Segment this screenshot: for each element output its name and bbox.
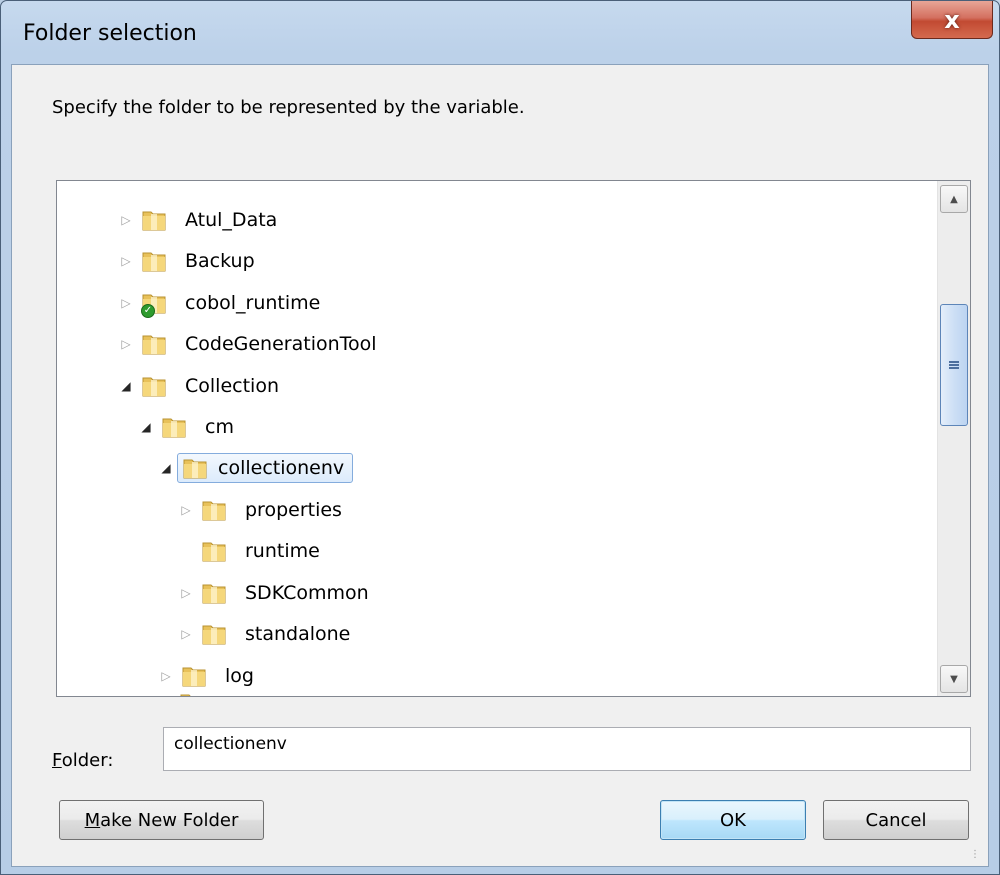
- folder-icon: [181, 664, 207, 688]
- folder-icon: [141, 332, 167, 356]
- tree-item-label: Atul_Data: [185, 209, 278, 231]
- collapse-arrow-icon[interactable]: ◢: [119, 379, 133, 393]
- arrow-down-icon: ▼: [950, 673, 958, 685]
- expand-arrow-icon[interactable]: ▷: [179, 627, 193, 641]
- make-new-folder-button[interactable]: Make New Folder: [59, 800, 264, 840]
- tree-item-atul-data[interactable]: ▷ Atul_Data: [119, 203, 283, 237]
- folder-icon: ✓: [141, 291, 167, 318]
- tree-item-partial: [179, 686, 217, 696]
- tree-item-label: CodeGenerationTool: [185, 333, 377, 355]
- expand-arrow-icon[interactable]: ▷: [179, 503, 193, 517]
- close-button[interactable]: x: [911, 1, 993, 39]
- scroll-thumb[interactable]: [940, 304, 968, 426]
- mnemonic-f: F: [52, 750, 62, 771]
- folder-icon: [201, 498, 227, 522]
- tree-item-backup[interactable]: ▷ Backup: [119, 244, 261, 278]
- tree-item-cobol-runtime[interactable]: ▷ ✓ cobol_runtime: [119, 286, 326, 320]
- selection-highlight[interactable]: collectionenv: [177, 453, 354, 483]
- folder-icon: [141, 249, 167, 273]
- tree-item-label: properties: [245, 499, 342, 521]
- dialog-body: Specify the folder to be represented by …: [11, 64, 989, 867]
- folder-icon: [141, 374, 167, 398]
- tree-item-label: Backup: [185, 250, 255, 272]
- dialog-title: Folder selection: [23, 21, 197, 46]
- expand-arrow-icon[interactable]: ▷: [119, 254, 133, 268]
- folder-input[interactable]: [163, 727, 971, 771]
- folder-icon: [201, 622, 227, 646]
- folder-icon: [201, 581, 227, 605]
- expand-arrow-icon[interactable]: ▷: [159, 669, 173, 683]
- ok-button[interactable]: OK: [660, 800, 806, 840]
- expand-arrow-icon[interactable]: ▷: [119, 337, 133, 351]
- tree-item-label: Collection: [185, 375, 279, 397]
- make-new-folder-label: ake New Folder: [100, 809, 239, 831]
- tree-item-sdkcommon[interactable]: ▷ SDKCommon: [179, 576, 375, 610]
- grip-icon: [949, 361, 959, 369]
- title-bar[interactable]: Folder selection x: [1, 1, 999, 71]
- tree-item-runtime[interactable]: runtime: [179, 534, 326, 568]
- tree-item-codegenerationtool[interactable]: ▷ CodeGenerationTool: [119, 327, 383, 361]
- ok-label: OK: [720, 809, 746, 831]
- empty-expander: [179, 544, 193, 558]
- folder-label-text: older:: [61, 750, 114, 771]
- folder-icon: [161, 415, 187, 439]
- tree-item-label: cobol_runtime: [185, 292, 321, 314]
- tree-item-label: runtime: [245, 540, 320, 562]
- folder-icon: [201, 539, 227, 563]
- tree-item-label: cm: [205, 416, 234, 438]
- folder-selection-dialog: Folder selection x Specify the folder to…: [0, 0, 1000, 875]
- tree-item-label: standalone: [245, 623, 351, 645]
- collapse-arrow-icon[interactable]: ◢: [139, 420, 153, 434]
- folder-icon: [141, 208, 167, 232]
- expand-arrow-icon[interactable]: ▷: [179, 586, 193, 600]
- expand-arrow-icon[interactable]: ▷: [119, 296, 133, 310]
- expand-arrow-icon[interactable]: ▷: [119, 213, 133, 227]
- tree-item-label: collectionenv: [218, 457, 345, 479]
- tree-scrollbar[interactable]: ▲ ▼: [937, 181, 970, 696]
- folder-tree[interactable]: ▷ Atul_Data ▷ Backup ▷ ✓ cobol_runtime ▷…: [56, 180, 971, 697]
- scroll-down-button[interactable]: ▼: [940, 665, 968, 693]
- folder-icon: [182, 456, 208, 480]
- arrow-up-icon: ▲: [950, 193, 958, 205]
- tree-item-collection[interactable]: ◢ Collection: [119, 369, 285, 403]
- scroll-up-button[interactable]: ▲: [940, 185, 968, 213]
- tree-item-cm[interactable]: ◢ cm: [139, 410, 240, 444]
- mnemonic-m: M: [84, 809, 101, 831]
- folder-field-label: Folder:: [52, 750, 113, 771]
- cancel-button[interactable]: Cancel: [823, 800, 969, 840]
- tree-item-collectionenv[interactable]: ◢ collectionenv: [159, 451, 354, 485]
- cancel-label: Cancel: [865, 809, 927, 831]
- tree-item-label: log: [225, 665, 254, 687]
- check-badge-icon: ✓: [141, 304, 155, 318]
- tree-item-label: SDKCommon: [245, 582, 369, 604]
- tree-item-properties[interactable]: ▷ properties: [179, 493, 348, 527]
- resize-grip-icon[interactable]: ⋮: [970, 848, 984, 862]
- close-icon: x: [944, 5, 960, 34]
- collapse-arrow-icon[interactable]: ◢: [159, 461, 173, 475]
- instruction-text: Specify the folder to be represented by …: [52, 97, 525, 118]
- folder-icon: [179, 691, 205, 696]
- tree-item-standalone[interactable]: ▷ standalone: [179, 617, 356, 651]
